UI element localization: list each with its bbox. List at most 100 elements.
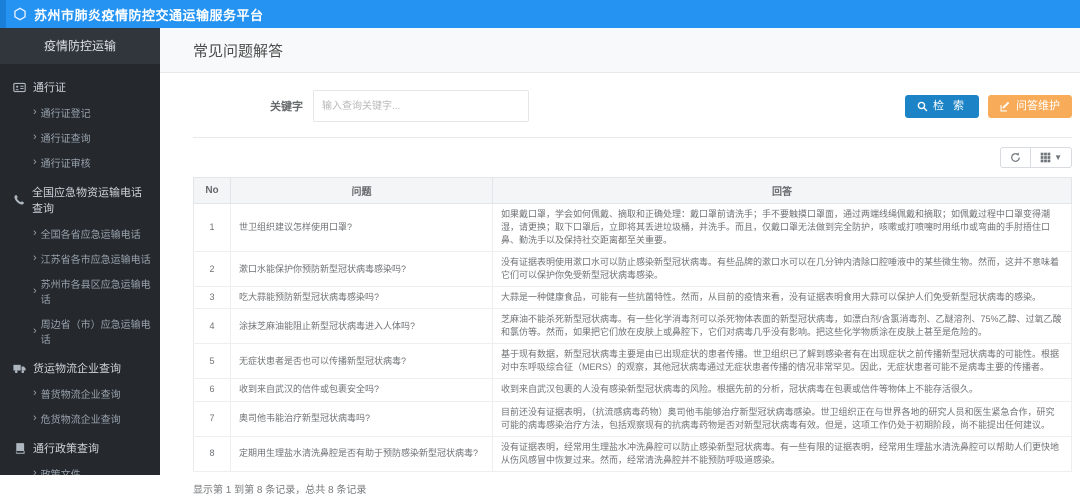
search-form: 关键字 检 索 问答维护 <box>193 90 1072 122</box>
top-header-bar: 苏州市肺炎疫情防控交通运输服务平台 <box>0 0 1080 28</box>
sidebar-item-label: 江苏省各市应急运输电话 <box>40 255 151 266</box>
sidebar-item[interactable]: › 全国各省应急运输电话 <box>0 221 160 246</box>
sidebar-group-label: 货运物流企业查询 <box>33 363 121 375</box>
columns-button[interactable]: ▼ <box>1030 147 1072 168</box>
column-header: No <box>193 177 231 204</box>
platform-logo-icon <box>13 7 27 21</box>
chevron-right-icon: › <box>33 467 37 476</box>
book-icon <box>13 442 26 454</box>
cell-no: 4 <box>193 308 231 345</box>
keyword-label: 关键字 <box>270 101 303 113</box>
column-header: 回答 <box>492 177 1072 204</box>
table-toolbar-button-group: ▼ <box>1000 147 1072 168</box>
search-button[interactable]: 检 索 <box>904 94 979 118</box>
table-row: 1 世卫组织建议怎样使用口罩? 如果戴口罩，学会如何佩戴、摘取和正确处理：戴口罩前请… <box>193 202 1072 253</box>
cell-no: 6 <box>193 378 231 402</box>
refresh-button[interactable] <box>1000 147 1031 168</box>
sidebar-item[interactable]: › 通行证登记 <box>0 100 160 125</box>
sidebar-group-0[interactable]: 通行证 <box>0 70 160 100</box>
table-row: 6 收到来自武汉的信件或包裹安全吗? 收到来自武汉包裹的人没有感染新型冠状病毒的风险… <box>193 378 1072 402</box>
sidebar-item-label: 政策文件 <box>41 466 81 475</box>
faq-table-header-row: No 问题 回答 <box>193 177 1072 204</box>
sidebar-item[interactable]: › 政策文件 <box>0 461 160 476</box>
cell-answer: 收到来自武汉包裹的人没有感染新型冠状病毒的风险。根据先前的分析，冠状病毒在包裹或… <box>492 378 1072 402</box>
edit-icon <box>1000 101 1011 112</box>
sidebar-item[interactable]: › 通行证查询 <box>0 125 160 150</box>
chevron-right-icon: › <box>33 284 37 297</box>
cell-no: 3 <box>193 286 231 310</box>
keyword-input[interactable] <box>313 90 529 122</box>
sidebar-item[interactable]: › 危货物流企业查询 <box>0 406 160 431</box>
record-count-summary: 显示第 1 到第 8 条记录，总共 8 条记录 <box>193 484 367 496</box>
sidebar-item[interactable]: › 苏州市各县区应急运输电话 <box>0 271 160 311</box>
refresh-icon <box>1010 152 1021 163</box>
qa-maintain-button[interactable]: 问答维护 <box>988 94 1072 118</box>
cell-no: 2 <box>193 251 231 288</box>
sidebar-item[interactable]: › 普货物流企业查询 <box>0 381 160 406</box>
chevron-right-icon: › <box>33 252 37 264</box>
cell-question: 世卫组织建议怎样使用口罩? <box>230 202 493 253</box>
id-card-icon <box>13 81 26 94</box>
sidebar-title: 疫情防控运输 <box>0 28 160 64</box>
table-row: 7 奥司他韦能治疗新型冠状病毒吗? 目前还没有证据表明，（抗流感病毒药物）奥司他韦能… <box>193 400 1072 437</box>
sidebar-item-label: 通行证审核 <box>40 159 91 170</box>
cell-answer: 基于现有数据，新型冠状病毒主要是由已出现症状的患者传播。世卫组织已了解到感染者有… <box>492 343 1072 380</box>
cell-answer: 大蒜是一种健康食品，可能有一些抗菌特性。然而，从目前的疫情来看，没有证据表明食用… <box>492 286 1072 310</box>
sidebar-item[interactable]: › 通行证审核 <box>0 150 160 175</box>
table-row: 3 吃大蒜能预防新型冠状病毒感染吗? 大蒜是一种健康食品，可能有一些抗菌特性。然而，… <box>193 286 1072 310</box>
sidebar-item-label: 普货物流企业查询 <box>40 390 121 401</box>
sidebar-item-label: 通行证查询 <box>40 134 91 145</box>
truck-icon <box>13 362 26 375</box>
cell-question: 漱口水能保护你预防新型冠状病毒感染吗? <box>230 251 493 288</box>
header-accent-strip <box>0 0 6 28</box>
content-panel: 关键字 检 索 问答维护 <box>160 73 1080 496</box>
table-row: 4 涂抹芝麻油能阻止新型冠状病毒进入人体吗? 芝麻油不能杀死新型冠状病毒。有一些化学… <box>193 308 1072 345</box>
cell-answer: 芝麻油不能杀死新型冠状病毒。有一些化学消毒剂可以杀死物体表面的新型冠状病毒，如漂… <box>492 308 1072 345</box>
chevron-right-icon: › <box>33 324 37 337</box>
cell-question: 定期用生理盐水清洗鼻腔是否有助于预防感染新型冠状病毒? <box>230 435 493 472</box>
phone-icon <box>13 194 25 206</box>
sidebar-item-label: 周边省（市）应急运输电话 <box>40 320 151 346</box>
cell-answer: 目前还没有证据表明，（抗流感病毒药物）奥司他韦能够治疗新型冠状病毒感染。世卫组织… <box>492 400 1072 437</box>
cell-answer: 如果戴口罩，学会如何佩戴、摘取和正确处理：戴口罩前请洗手；手不要触摸口罩面，通过… <box>492 202 1072 253</box>
cell-question: 涂抹芝麻油能阻止新型冠状病毒进入人体吗? <box>230 308 493 345</box>
cell-answer: 没有证据表明使用漱口水可以防止感染新型冠状病毒。有些品牌的漱口水可以在几分钟内清… <box>492 251 1072 288</box>
table-row: 8 定期用生理盐水清洗鼻腔是否有助于预防感染新型冠状病毒? 没有证据表明，经常用生理… <box>193 435 1072 472</box>
faq-table-body: 1 世卫组织建议怎样使用口罩? 如果戴口罩，学会如何佩戴、摘取和正确处理：戴口罩前请… <box>193 202 1072 472</box>
sidebar-item-label: 通行证登记 <box>40 109 91 120</box>
search-icon <box>917 101 928 112</box>
sidebar-item-label: 苏州市各县区应急运输电话 <box>40 280 151 306</box>
sidebar-group-2[interactable]: 货运物流企业查询 <box>0 351 160 381</box>
sidebar-group-1[interactable]: 全国应急物资运输电话查询 <box>0 175 160 221</box>
sidebar-item[interactable]: › 周边省（市）应急运输电话 <box>0 311 160 351</box>
chevron-right-icon: › <box>33 387 37 399</box>
cell-question: 收到来自武汉的信件或包裹安全吗? <box>230 378 493 402</box>
sidebar-group-label: 通行证 <box>33 82 66 94</box>
sidebar-item-label: 危货物流企业查询 <box>40 415 121 426</box>
chevron-down-icon: ▼ <box>1054 153 1062 162</box>
sidebar-item-label: 全国各省应急运输电话 <box>40 230 141 241</box>
sidebar-group-3[interactable]: 通行政策查询 <box>0 431 160 461</box>
cell-no: 8 <box>193 435 231 472</box>
chevron-right-icon: › <box>33 227 37 239</box>
sidebar-group-label: 通行政策查询 <box>33 443 99 455</box>
main-content: 常见问题解答 关键字 检 索 <box>160 28 1080 496</box>
faq-table: No 问题 回答 1 世卫组织建议怎样使用口罩? 如果戴口罩，学会如何佩戴、摘取和正确处… <box>193 177 1072 472</box>
cell-question: 吃大蒜能预防新型冠状病毒感染吗? <box>230 286 493 310</box>
cell-no: 5 <box>193 343 231 380</box>
cell-no: 7 <box>193 400 231 437</box>
grid-columns-icon <box>1040 152 1051 163</box>
chevron-right-icon: › <box>33 131 37 143</box>
page-title: 常见问题解答 <box>193 42 284 60</box>
table-row: 5 无症状患者是否也可以传播新型冠状病毒? 基于现有数据，新型冠状病毒主要是由已出现… <box>193 343 1072 380</box>
sidebar-item[interactable]: › 江苏省各市应急运输电话 <box>0 246 160 271</box>
cell-answer: 没有证据表明，经常用生理盐水冲洗鼻腔可以防止感染新型冠状病毒。有一些有限的证据表… <box>492 435 1072 472</box>
column-header: 问题 <box>230 177 493 204</box>
sidebar-nav: 通行证 › 通行证登记 › 通行证查询 › 通行证审核 全国应急物资运输电话查询 › 全国各省应急… <box>0 64 160 475</box>
app-window: 苏州市肺炎疫情防控交通运输服务平台 疫情防控运输 通行证 › 通行证登记 › 通行证查询… <box>0 0 1080 496</box>
cell-question: 奥司他韦能治疗新型冠状病毒吗? <box>230 400 493 437</box>
chevron-right-icon: › <box>33 106 37 118</box>
page-title-bar: 常见问题解答 <box>160 28 1080 73</box>
cell-no: 1 <box>193 202 231 253</box>
chevron-right-icon: › <box>33 156 37 168</box>
